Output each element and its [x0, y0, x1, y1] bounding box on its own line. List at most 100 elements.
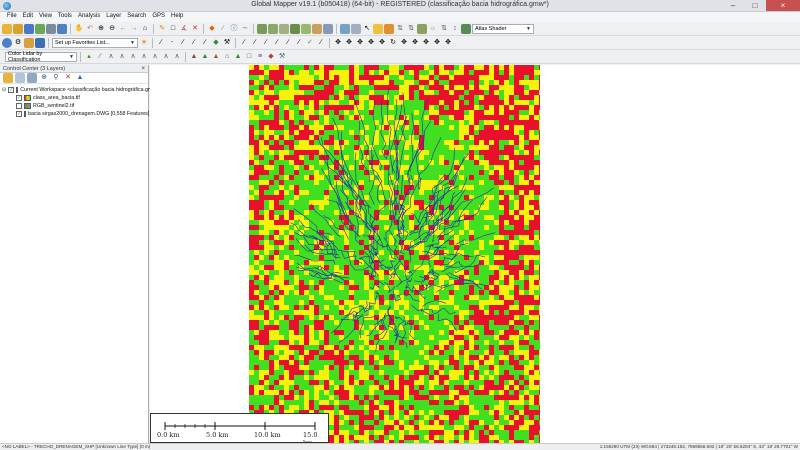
ruler-icon[interactable]: ∕ — [218, 24, 228, 34]
pan-icon[interactable]: ✋ — [74, 24, 84, 34]
terrain-icon[interactable] — [279, 24, 289, 34]
lidar-icon[interactable]: ∧ — [150, 52, 160, 62]
digitize-line-icon[interactable]: ∕ — [200, 38, 210, 48]
vertex-icon[interactable]: ∕ — [316, 38, 326, 48]
measure-icon[interactable]: ∡ — [179, 24, 189, 34]
delete-icon[interactable]: ✕ — [190, 24, 200, 34]
move-icon[interactable]: ✥ — [344, 38, 354, 48]
cursor-icon[interactable]: ↖ — [362, 24, 372, 34]
menu-layer[interactable]: Layer — [103, 12, 124, 22]
vertex-icon[interactable]: ∕ — [294, 38, 304, 48]
lidar-icon[interactable]: ∧ — [139, 52, 149, 62]
layer-item[interactable]: ✓ bacia sirgas2000_drenagem.DWG [0,558 F… — [2, 110, 149, 118]
ground-icon[interactable]: ▲ — [211, 52, 221, 62]
zoom-in-icon[interactable]: ⊕ — [96, 24, 106, 34]
sort-icon[interactable]: ⇅ — [406, 24, 416, 34]
vertex-icon[interactable]: ∕ — [250, 38, 260, 48]
open-folder-icon[interactable] — [13, 24, 23, 34]
move-icon[interactable]: ✥ — [421, 38, 431, 48]
adjust-icon[interactable]: ⇅ — [439, 24, 449, 34]
vertex-icon[interactable]: ∕ — [261, 38, 271, 48]
map-3d-icon[interactable] — [461, 24, 471, 34]
layer-checkbox[interactable]: ✓ — [16, 95, 22, 101]
pipeline-icon[interactable]: ≡ — [255, 52, 265, 62]
close-icon[interactable]: × — [141, 65, 145, 73]
contour-icon[interactable] — [312, 24, 322, 34]
layer-item[interactable]: ✓ class_area_bacia.tif — [2, 94, 148, 102]
vertex-icon[interactable]: ∕ — [239, 38, 249, 48]
rotate-icon[interactable]: ↻ — [388, 38, 398, 48]
close-button[interactable]: × — [766, 0, 800, 11]
options-icon[interactable] — [15, 73, 25, 83]
move-icon[interactable]: ✥ — [377, 38, 387, 48]
star-icon[interactable]: ★ — [139, 38, 149, 48]
sun-icon[interactable] — [384, 24, 394, 34]
grid-icon[interactable] — [340, 24, 350, 34]
hammer-icon[interactable]: ⚒ — [222, 38, 232, 48]
layer-item[interactable]: RGB_sentinel2.tif — [2, 102, 148, 110]
digitize-line-icon[interactable]: ∕ — [156, 38, 166, 48]
open-data-icon[interactable] — [2, 24, 12, 34]
menu-tools[interactable]: Tools — [55, 12, 75, 22]
gps-icon[interactable] — [35, 38, 45, 48]
print-icon[interactable] — [46, 24, 56, 34]
building-icon[interactable]: ▲ — [189, 52, 199, 62]
menu-gps[interactable]: GPS — [149, 12, 168, 22]
globe-icon[interactable] — [2, 38, 12, 48]
lidar-profile-icon[interactable]: ∕ — [95, 52, 105, 62]
minimize-button[interactable]: – — [722, 0, 744, 11]
move-icon[interactable]: ✥ — [410, 38, 420, 48]
move-icon[interactable]: ✥ — [443, 38, 453, 48]
info-icon[interactable]: ⓘ — [229, 24, 239, 34]
light-icon[interactable]: ☼ — [428, 24, 438, 34]
menu-file[interactable]: File — [4, 12, 20, 22]
screen-icon[interactable] — [57, 24, 67, 34]
classification-raster-map[interactable] — [249, 65, 540, 443]
favorites-select[interactable]: Set up Favorites List... ▼ — [52, 38, 138, 48]
map-view[interactable]: 0.0 km 5.0 km 10.0 km 15.0 km — [150, 65, 639, 447]
workspace-checkbox[interactable]: ✓ — [8, 87, 15, 93]
tree-icon[interactable]: ▲ — [233, 52, 243, 62]
layer-close-icon[interactable]: ✕ — [63, 73, 73, 83]
sort-icon[interactable]: ⇅ — [395, 24, 405, 34]
metadata-icon[interactable] — [27, 73, 37, 83]
path-icon[interactable]: ∼ — [240, 24, 250, 34]
vertex-icon[interactable]: ∕ — [283, 38, 293, 48]
terrain-icon[interactable] — [290, 24, 300, 34]
profile-icon[interactable] — [417, 24, 427, 34]
lidar-icon[interactable]: ∧ — [117, 52, 127, 62]
terrain-icon[interactable] — [268, 24, 278, 34]
zoom-to-layer-icon[interactable]: ⊕ — [39, 73, 49, 83]
digitize-line-icon[interactable]: ∕ — [178, 38, 188, 48]
tree-icon[interactable]: ▲ — [200, 52, 210, 62]
move-icon[interactable]: ✥ — [333, 38, 343, 48]
lidar-filter-icon[interactable]: ▴ — [84, 52, 94, 62]
collapse-icon[interactable]: ⊟ — [2, 87, 6, 93]
shader-select[interactable]: Atlas Shader ▼ — [472, 24, 534, 34]
shader-icon[interactable] — [373, 24, 383, 34]
layer-up-icon[interactable]: ▲ — [75, 73, 85, 83]
open-data-icon[interactable] — [3, 73, 13, 83]
lidar-icon[interactable]: ∧ — [172, 52, 182, 62]
forward-icon[interactable]: → — [129, 24, 139, 34]
digitize-icon[interactable]: □ — [168, 24, 178, 34]
table-icon[interactable] — [351, 24, 361, 34]
layers-icon[interactable]: □ — [244, 52, 254, 62]
pin-icon[interactable]: ◆ — [207, 24, 217, 34]
menu-edit[interactable]: Edit — [20, 12, 36, 22]
search-icon[interactable]: ⚲ — [51, 73, 61, 83]
menu-search[interactable]: Search — [124, 12, 149, 22]
terrain-icon[interactable] — [257, 24, 267, 34]
home-icon[interactable]: ⌂ — [140, 24, 150, 34]
menu-analysis[interactable]: Analysis — [75, 12, 103, 22]
move-icon[interactable]: ✥ — [366, 38, 376, 48]
lidar-icon[interactable]: ∧ — [128, 52, 138, 62]
image-icon[interactable] — [35, 24, 45, 34]
gear-icon[interactable]: ⚙ — [13, 38, 23, 48]
lidar-icon[interactable]: ∧ — [161, 52, 171, 62]
terrain-icon[interactable] — [301, 24, 311, 34]
back-icon[interactable]: ← — [118, 24, 128, 34]
map-empty-area[interactable] — [639, 65, 800, 443]
workspace-node[interactable]: ⊟ ✓ Current Workspace <classificação bac… — [2, 86, 159, 94]
zoom-out-icon[interactable]: ⊖ — [107, 24, 117, 34]
